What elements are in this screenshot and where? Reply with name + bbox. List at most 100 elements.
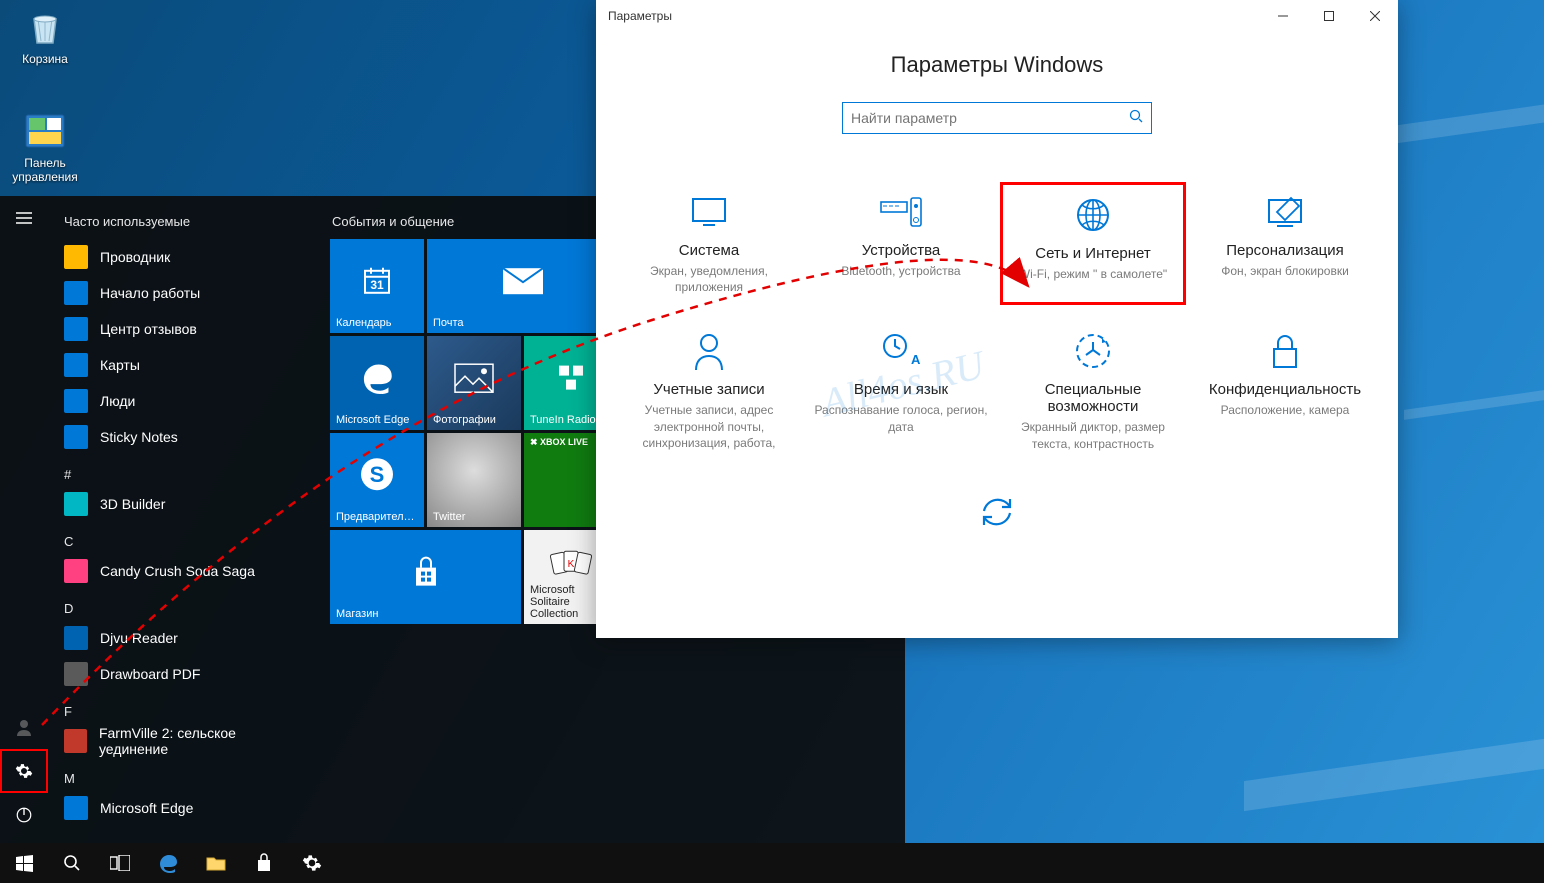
- category-desc: Распознавание голоса, регион, дата: [814, 402, 988, 434]
- tile-label: Microsoft Solitaire Collection: [530, 584, 612, 620]
- category-title: Сеть и Интернет: [1009, 245, 1177, 262]
- app-row-drawboard-pdf[interactable]: Drawboard PDF: [56, 656, 308, 692]
- settings-category-accounts[interactable]: Учетные записи Учетные записи, адрес элек…: [616, 321, 802, 461]
- taskbar-search-button[interactable]: [48, 843, 96, 883]
- app-icon: [64, 389, 88, 413]
- app-row-проводник[interactable]: Проводник: [56, 239, 308, 275]
- devices-icon: [814, 192, 988, 232]
- category-title: Устройства: [814, 242, 988, 259]
- tile-календарь[interactable]: 31Календарь: [330, 239, 424, 333]
- tile-предварител-[interactable]: SПредварител…: [330, 433, 424, 527]
- gear-icon: [302, 853, 322, 873]
- app-icon: [64, 281, 88, 305]
- category-title: Учетные записи: [622, 381, 796, 398]
- taskbar-taskview-button[interactable]: [96, 843, 144, 883]
- app-label: Microsoft Edge: [100, 800, 193, 816]
- category-title: Время и язык: [814, 381, 988, 398]
- letter-header[interactable]: F: [56, 692, 308, 723]
- app-row-microsoft-edge[interactable]: Microsoft Edge: [56, 790, 308, 826]
- power-icon: [15, 806, 33, 824]
- window-close-button[interactable]: [1352, 0, 1398, 32]
- app-label: Djvu Reader: [100, 630, 178, 646]
- letter-header[interactable]: M: [56, 759, 308, 790]
- search-icon: [1129, 109, 1143, 128]
- settings-window: Параметры Параметры Windows СистемаЭкран…: [596, 0, 1398, 638]
- tile-фотографии[interactable]: Фотографии: [427, 336, 521, 430]
- taskbar-explorer-button[interactable]: [192, 843, 240, 883]
- app-row-люди[interactable]: Люди: [56, 383, 308, 419]
- taskbar-store-button[interactable]: [240, 843, 288, 883]
- category-desc: Учетные записи, адрес электронной почты,…: [622, 402, 796, 451]
- app-row-farmville-2-сельское-уединение[interactable]: FarmVille 2: сельское уединение: [56, 723, 308, 759]
- start-tiles: События и общение 31КалендарьПочтаMicros…: [308, 196, 618, 843]
- window-minimize-button[interactable]: [1260, 0, 1306, 32]
- app-label: Начало работы: [100, 285, 200, 301]
- letter-header[interactable]: D: [56, 589, 308, 620]
- settings-category-timelang[interactable]: A字 Время и язык Распознавание голоса, реги…: [808, 321, 994, 461]
- tile-microsoft-edge[interactable]: Microsoft Edge: [330, 336, 424, 430]
- app-row-начало-работы[interactable]: Начало работы: [56, 275, 308, 311]
- app-icon: [64, 353, 88, 377]
- settings-category-network[interactable]: Сеть и ИнтернетWi-Fi, режим " в самолете…: [1000, 182, 1186, 305]
- app-label: Люди: [100, 393, 135, 409]
- control-panel-icon: [24, 110, 66, 152]
- settings-category-ease[interactable]: Специальные возможностиЭкранный диктор, …: [1000, 321, 1186, 461]
- settings-category-system[interactable]: СистемаЭкран, уведомления, приложения: [616, 182, 802, 305]
- app-icon: [64, 662, 88, 686]
- taskbar-settings-button[interactable]: [288, 843, 336, 883]
- app-row-djvu-reader[interactable]: Djvu Reader: [56, 620, 308, 656]
- taskbar-edge-button[interactable]: [144, 843, 192, 883]
- ease-icon: [1006, 331, 1180, 371]
- tile-twitter[interactable]: Twitter: [427, 433, 521, 527]
- app-row-карты[interactable]: Карты: [56, 347, 308, 383]
- svg-text:K: K: [568, 559, 575, 570]
- edge-icon: [157, 852, 179, 874]
- tile-почта[interactable]: Почта: [427, 239, 618, 333]
- accounts-icon: [622, 331, 796, 371]
- mail-icon: [501, 266, 545, 299]
- letter-header[interactable]: #: [56, 455, 308, 486]
- settings-category-privacy[interactable]: КонфиденциальностьРасположение, камера: [1192, 321, 1378, 461]
- app-icon: [64, 492, 88, 516]
- app-icon: [64, 626, 88, 650]
- app-row-центр-отзывов[interactable]: Центр отзывов: [56, 311, 308, 347]
- app-label: Drawboard PDF: [100, 666, 200, 682]
- tunein-icon: [553, 360, 589, 399]
- start-menu-expand-button[interactable]: [0, 196, 48, 240]
- window-maximize-button[interactable]: [1306, 0, 1352, 32]
- settings-category-devices[interactable]: УстройстваBluetooth, устройства: [808, 182, 994, 305]
- start-settings-button[interactable]: [0, 749, 48, 793]
- app-row-3d-builder[interactable]: 3D Builder: [56, 486, 308, 522]
- tile-магазин[interactable]: Магазин: [330, 530, 521, 624]
- category-title: Персонализация: [1198, 242, 1372, 259]
- tile-label: Почта: [433, 317, 612, 329]
- settings-category-update[interactable]: [904, 482, 1090, 552]
- settings-search-box[interactable]: [842, 102, 1152, 134]
- svg-text:S: S: [370, 462, 385, 487]
- app-row-candy-crush-soda-saga[interactable]: Candy Crush Soda Saga: [56, 553, 308, 589]
- personalize-icon: [1198, 192, 1372, 232]
- start-user-button[interactable]: [0, 705, 48, 749]
- app-row-sticky-notes[interactable]: Sticky Notes: [56, 419, 308, 455]
- desktop-icon-control-panel[interactable]: Панель управления: [8, 110, 82, 184]
- app-label: Candy Crush Soda Saga: [100, 563, 255, 579]
- app-icon: [64, 317, 88, 341]
- start-rail: [0, 196, 48, 843]
- settings-search-input[interactable]: [851, 110, 1129, 126]
- app-icon: [64, 729, 87, 753]
- app-label: Проводник: [100, 249, 170, 265]
- start-button[interactable]: [0, 843, 48, 883]
- settings-titlebar: Параметры: [596, 0, 1398, 32]
- desktop-icon-recycle-bin[interactable]: Корзина: [8, 6, 82, 66]
- letter-header[interactable]: C: [56, 522, 308, 553]
- update-icon: [910, 492, 1084, 532]
- skype-icon: S: [357, 454, 397, 497]
- settings-category-personalize[interactable]: ПерсонализацияФон, экран блокировки: [1192, 182, 1378, 305]
- desktop-icon-label: Панель управления: [12, 156, 77, 184]
- svg-text:A字: A字: [911, 352, 921, 367]
- category-desc: Экран, уведомления, приложения: [622, 263, 796, 295]
- search-icon: [63, 854, 81, 872]
- category-title: Специальные возможности: [1006, 381, 1180, 415]
- gear-icon: [15, 762, 33, 780]
- start-power-button[interactable]: [0, 793, 48, 837]
